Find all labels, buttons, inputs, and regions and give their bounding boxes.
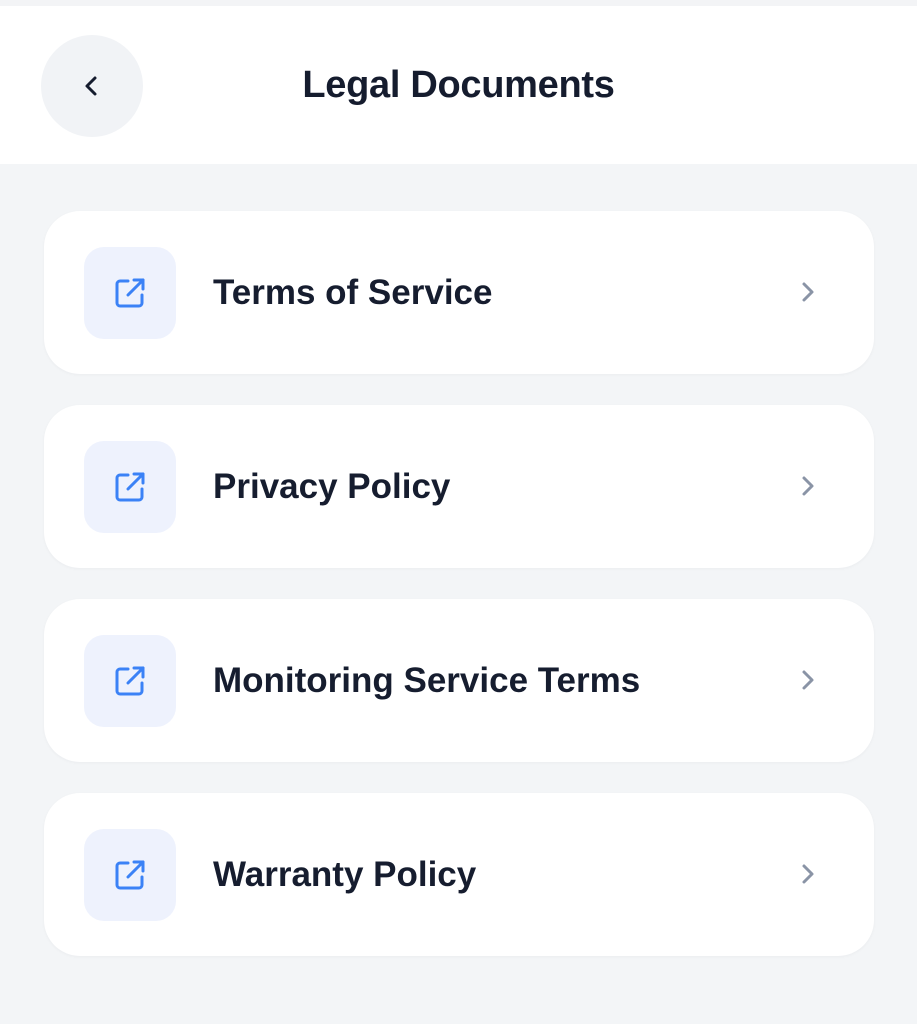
back-button[interactable] bbox=[41, 35, 143, 137]
external-link-icon bbox=[84, 635, 176, 727]
list-item-label: Monitoring Service Terms bbox=[213, 661, 641, 700]
chevron-right-icon bbox=[802, 670, 814, 690]
list-item-label: Privacy Policy bbox=[213, 467, 451, 506]
external-link-icon bbox=[84, 441, 176, 533]
chevron-right-icon bbox=[802, 476, 814, 496]
legal-documents-list: Terms of Service Privacy Policy Monitori… bbox=[44, 211, 874, 987]
chevron-right-icon bbox=[802, 282, 814, 302]
list-item-warranty-policy[interactable]: Warranty Policy bbox=[44, 793, 874, 956]
external-link-icon bbox=[84, 247, 176, 339]
list-item-monitoring-service-terms[interactable]: Monitoring Service Terms bbox=[44, 599, 874, 762]
chevron-right-icon bbox=[802, 864, 814, 884]
app-header: Legal Documents bbox=[0, 6, 917, 164]
list-item-privacy-policy[interactable]: Privacy Policy bbox=[44, 405, 874, 568]
list-item-label: Terms of Service bbox=[213, 273, 493, 312]
list-item-label: Warranty Policy bbox=[213, 855, 477, 894]
chevron-left-icon bbox=[85, 76, 97, 96]
external-link-icon bbox=[84, 829, 176, 921]
list-item-terms-of-service[interactable]: Terms of Service bbox=[44, 211, 874, 374]
